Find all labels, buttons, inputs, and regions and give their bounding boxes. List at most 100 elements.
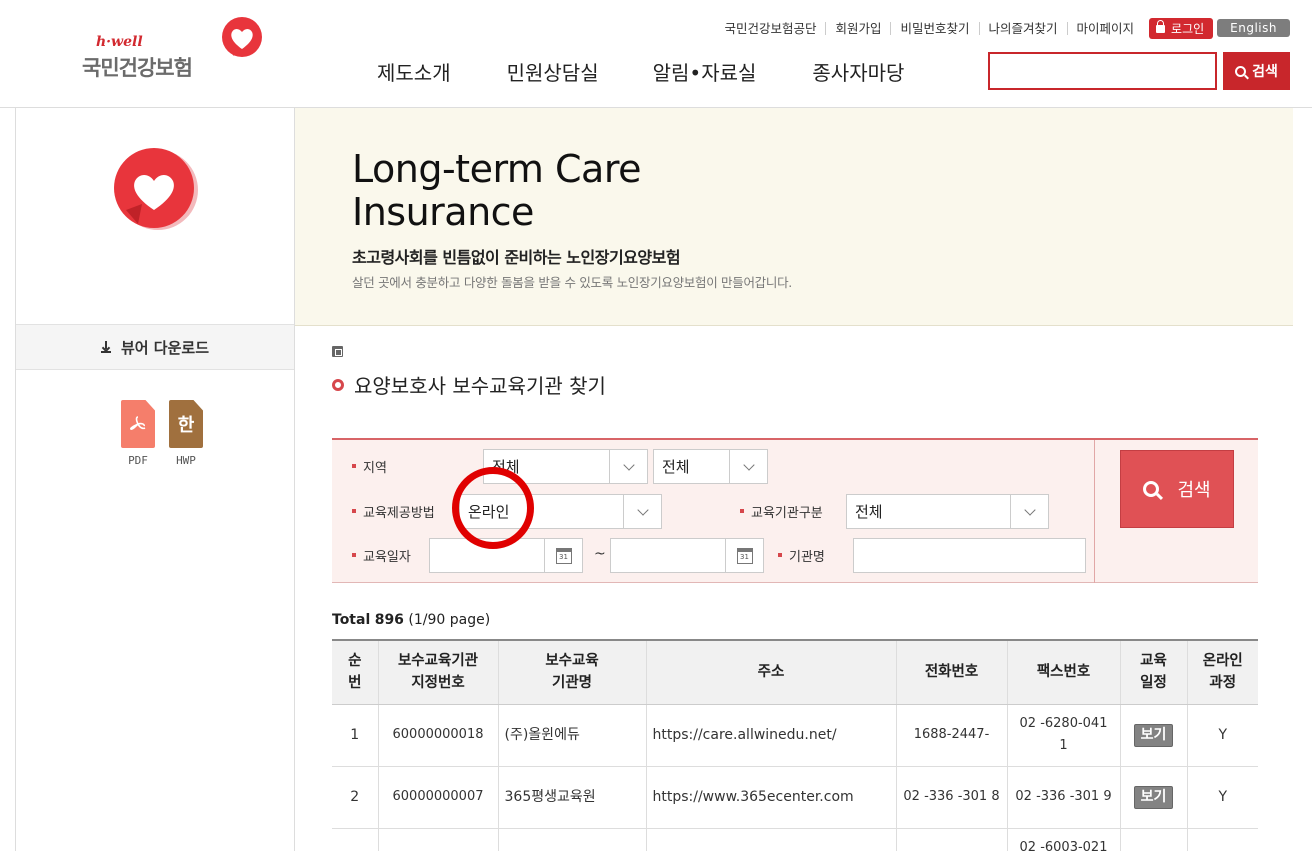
col-header-tel: 전화번호: [895, 639, 1007, 705]
date-label: 교육일자: [352, 545, 411, 565]
date-separator: ~: [594, 546, 606, 562]
logo-name-text: 국민건강보험: [82, 56, 193, 80]
login-button[interactable]: 로그인: [1149, 17, 1214, 39]
site-logo[interactable]: h·well 국민건강보험: [82, 16, 272, 86]
chevron-down-icon: [623, 495, 661, 528]
cell-code: 60000000018: [377, 704, 498, 767]
pdf-file-icon: [121, 400, 155, 448]
heart-bubble-emblem-icon: [114, 148, 198, 230]
utility-nav: 국민건강보험공단 회원가입 비밀번호찾기 나의즐겨찾기 마이페이지 로그인 En…: [715, 17, 1290, 39]
search-icon: [1143, 481, 1160, 497]
cell-schedule: 보기: [1119, 766, 1187, 829]
nav-item-notice-data[interactable]: 알림•자료실: [653, 57, 757, 86]
filter-search-button[interactable]: 검색: [1120, 450, 1234, 528]
header-search-input[interactable]: [988, 52, 1217, 90]
util-link-favorites[interactable]: 나의즐겨찾기: [978, 21, 1067, 35]
cell-address[interactable]: https://www.365ecenter.com: [645, 766, 896, 829]
pdf-label: PDF: [128, 454, 148, 467]
cell-name: [497, 828, 646, 851]
col-header-code: 보수교육기관 지정번호: [377, 639, 498, 705]
region2-select[interactable]: 전체: [653, 449, 768, 484]
page-title: 요양보호사 보수교육기관 찾기: [332, 370, 606, 399]
org-name-input[interactable]: [853, 538, 1086, 573]
left-sidebar: 뷰어 다운로드 PDF 한 HWP: [15, 108, 295, 851]
calendar-icon[interactable]: 31: [725, 539, 763, 572]
util-link-nhis[interactable]: 국민건강보험공단: [715, 22, 825, 35]
site-header: h·well 국민건강보험 국민건강보험공단 회원가입 비밀번호찾기 나의즐겨찾…: [0, 0, 1312, 108]
cell-code: 60000000007: [377, 766, 498, 829]
cell-tel: 1688-2447-: [895, 704, 1007, 767]
method-label: 교육제공방법: [352, 501, 435, 521]
cell-address[interactable]: https://care.allwinedu.net/: [645, 704, 896, 767]
view-schedule-button[interactable]: 보기: [1133, 723, 1174, 747]
heart-bubble-logo-icon: [222, 17, 262, 57]
title-bullet-icon: [332, 378, 344, 391]
hwp-viewer-link[interactable]: 한 HWP: [162, 400, 210, 467]
print-icon[interactable]: [332, 346, 343, 357]
cell-no: [332, 828, 378, 851]
header-search-label: 검색: [1252, 64, 1278, 80]
total-count: 896: [374, 612, 404, 628]
hwp-file-icon: 한: [169, 400, 203, 448]
header-search-button[interactable]: 검색: [1223, 52, 1290, 90]
col-header-schedule: 교육 일정: [1119, 639, 1187, 705]
chevron-down-icon: [609, 450, 647, 483]
pdf-viewer-link[interactable]: PDF: [114, 400, 162, 467]
banner-title-line2: Insurance: [352, 190, 534, 234]
search-icon: [1235, 65, 1247, 77]
org-type-select[interactable]: 전체: [846, 494, 1049, 529]
table-row: 1 60000000018 (주)올윈에듀 https://care.allwi…: [332, 704, 1258, 767]
table-row: 02 -6003-021: [332, 828, 1258, 851]
col-header-name: 보수교육 기관명: [497, 639, 646, 705]
table-header-row: 순번 보수교육기관 지정번호 보수교육 기관명 주소 전화번호 팩스번호 교육 일정 …: [332, 639, 1258, 705]
results-table: 순번 보수교육기관 지정번호 보수교육 기관명 주소 전화번호 팩스번호 교육 일정 …: [332, 639, 1258, 851]
org-type-label: 교육기관구분: [740, 501, 823, 521]
chevron-down-icon: [729, 450, 767, 483]
col-header-online: 온라인 과정: [1186, 639, 1258, 705]
org-type-value: 전체: [855, 503, 883, 521]
cell-online: [1186, 828, 1258, 851]
util-link-mypage[interactable]: 마이페이지: [1066, 21, 1144, 35]
banner-description: 살던 곳에서 충분하고 다양한 돌봄을 받을 수 있도록 노인장기요양보험이 만…: [352, 275, 792, 290]
view-schedule-button[interactable]: 보기: [1133, 785, 1174, 809]
cell-schedule: [1119, 828, 1187, 851]
cell-online: Y: [1186, 704, 1258, 767]
util-link-find-password[interactable]: 비밀번호찾기: [890, 21, 978, 35]
banner-title-line1: Long-term Care: [352, 147, 641, 191]
results-total: Total 896 (1/90 page): [332, 612, 490, 628]
cell-no: 2: [332, 766, 378, 829]
table-row: 2 60000000007 365평생교육원 https://www.365ec…: [332, 766, 1258, 829]
region2-value: 전체: [662, 458, 690, 476]
download-icon: [100, 341, 111, 353]
cell-fax: 02 -336 -301 9: [1006, 766, 1120, 829]
cell-name: 365평생교육원: [497, 766, 646, 829]
filter-search-label: 검색: [1177, 480, 1211, 501]
nav-item-system-intro[interactable]: 제도소개: [377, 57, 451, 86]
page-info: (1/90 page): [408, 612, 491, 628]
english-button[interactable]: English: [1217, 19, 1290, 37]
nav-item-civil-service[interactable]: 민원상담실: [507, 57, 599, 86]
cell-no: 1: [332, 704, 378, 767]
banner-title: Long-term Care Insurance: [352, 148, 641, 234]
cell-name: (주)올윈에듀: [497, 704, 646, 767]
cell-tel: [895, 828, 1007, 851]
logo-hwell-text: h·well: [96, 34, 143, 50]
cell-address[interactable]: [645, 828, 896, 851]
cell-online: Y: [1186, 766, 1258, 829]
page-title-text: 요양보호사 보수교육기관 찾기: [354, 374, 606, 398]
calendar-icon[interactable]: 31: [544, 539, 582, 572]
lock-icon: [1156, 20, 1166, 33]
util-link-join[interactable]: 회원가입: [825, 21, 890, 35]
cell-fax: 02 -6280-041 1: [1006, 704, 1120, 767]
org-name-label: 기관명: [778, 545, 825, 565]
banner-subtitle: 초고령사회를 빈틈없이 준비하는 노인장기요양보험: [352, 248, 681, 267]
highlight-ring-annotation: [452, 467, 534, 549]
nav-item-worker-zone[interactable]: 종사자마당: [812, 57, 904, 86]
viewer-download-header: 뷰어 다운로드: [16, 324, 294, 370]
viewer-download-title: 뷰어 다운로드: [120, 338, 210, 357]
col-header-address: 주소: [645, 639, 896, 705]
page-banner: Long-term Care Insurance 초고령사회를 빈틈없이 준비하…: [295, 108, 1293, 326]
cell-tel: 02 -336 -301 8: [895, 766, 1007, 829]
filter-divider: [1094, 440, 1095, 583]
date-to-input[interactable]: 31: [610, 538, 764, 573]
